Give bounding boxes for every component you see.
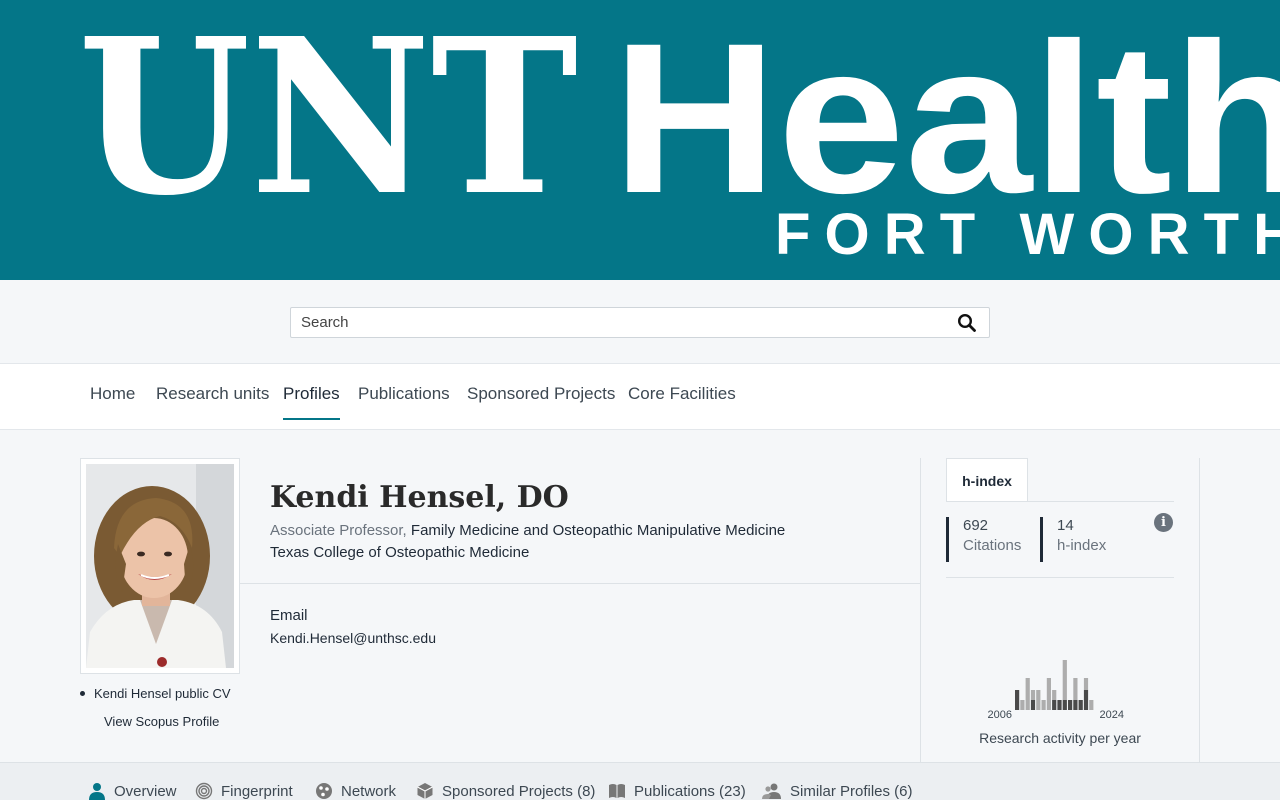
citations-value: 692 xyxy=(963,517,989,534)
person-icon xyxy=(89,783,105,800)
activity-bar-dark xyxy=(1078,700,1083,710)
tab-h-index[interactable]: h-index xyxy=(946,458,1028,502)
activity-bar xyxy=(1052,690,1057,700)
logo-text-unt: UNT xyxy=(78,0,578,243)
metric-tab-underline xyxy=(946,501,1174,502)
tab-overview[interactable]: Overview xyxy=(88,782,177,800)
tab-publications[interactable]: Publications (23) xyxy=(608,782,746,800)
profile-department[interactable]: Family Medicine and Osteopathic Manipula… xyxy=(411,522,785,539)
nav-research-units[interactable]: Research units xyxy=(156,384,269,420)
profile-role: Associate Professor, Family Medicine and… xyxy=(270,522,785,539)
activity-bar xyxy=(1083,678,1089,690)
people-icon xyxy=(762,783,781,799)
site-banner[interactable]: UNT Health FORT WORTH xyxy=(0,0,1280,280)
tab-network-label: Network xyxy=(341,782,397,800)
activity-bar-dark xyxy=(1015,690,1020,710)
activity-bar xyxy=(1030,690,1036,700)
activity-bar xyxy=(1036,690,1041,710)
network-icon xyxy=(316,783,332,799)
profile-name: Kendi Hensel, DO xyxy=(270,480,569,515)
column-divider xyxy=(920,458,921,762)
nav-sponsored-projects[interactable]: Sponsored Projects xyxy=(467,384,615,420)
activity-bar xyxy=(1046,678,1051,710)
logo-text-fortworth: FORT WORTH xyxy=(775,202,1280,267)
scopus-profile-link[interactable]: View Scopus Profile xyxy=(104,714,231,729)
hindex-value: 14 xyxy=(1057,517,1074,534)
citations-metric: 692 Citations xyxy=(946,517,1021,562)
profile-title: Associate Professor, xyxy=(270,522,407,539)
book-icon xyxy=(609,784,625,798)
activity-bar-dark xyxy=(1083,690,1089,710)
tab-sponsored-projects[interactable]: Sponsored Projects (8) xyxy=(416,782,595,800)
fingerprint-icon xyxy=(195,782,213,800)
cube-icon xyxy=(417,783,433,799)
activity-bar-dark xyxy=(1057,700,1062,710)
nav-publications[interactable]: Publications xyxy=(358,384,450,420)
profile-section: Kendi Hensel public CV View Scopus Profi… xyxy=(0,430,1280,762)
search-strip xyxy=(0,280,1280,364)
activity-bar xyxy=(1041,700,1046,710)
search-box xyxy=(290,307,990,338)
bullet xyxy=(80,691,85,696)
activity-bar xyxy=(1073,678,1078,700)
cv-link-label: Kendi Hensel public CV xyxy=(94,686,231,701)
profile-photo xyxy=(86,464,234,668)
activity-bar-dark xyxy=(1052,700,1057,710)
search-icon[interactable] xyxy=(957,313,977,333)
citations-label: Citations xyxy=(963,537,1022,554)
activity-caption: Research activity per year xyxy=(979,730,1141,746)
tab-fingerprint-label: Fingerprint xyxy=(221,782,293,800)
activity-end-year: 2024 xyxy=(1100,709,1124,721)
tab-fingerprint[interactable]: Fingerprint xyxy=(195,782,293,800)
tab-similar-profiles-label: Similar Profiles (6) xyxy=(790,782,913,800)
unt-health-logo: UNT Health FORT WORTH xyxy=(78,0,1280,267)
profile-links: Kendi Hensel public CV View Scopus Profi… xyxy=(80,686,231,729)
activity-bar-dark xyxy=(1030,700,1036,710)
activity-bar xyxy=(1089,700,1094,710)
hindex-label: h-index xyxy=(1057,537,1107,554)
tab-network[interactable]: Network xyxy=(315,782,396,800)
activity-bar xyxy=(1062,660,1067,700)
tab-overview-label: Overview xyxy=(114,782,177,800)
activity-bar xyxy=(1025,678,1030,710)
profile-tabs: Overview Fingerprint Network Sponsored P… xyxy=(0,762,1280,800)
nav-home[interactable]: Home xyxy=(90,384,135,420)
activity-start-year: 2006 xyxy=(988,709,1012,721)
search-input[interactable] xyxy=(291,308,931,337)
portrait-illustration xyxy=(86,464,234,668)
main-nav: Home Research units Profiles Publication… xyxy=(0,364,1280,430)
tab-publications-label: Publications (23) xyxy=(634,782,746,800)
info-icon[interactable]: i xyxy=(1154,513,1173,532)
profile-college[interactable]: Texas College of Osteopathic Medicine xyxy=(270,544,529,561)
nav-core-facilities[interactable]: Core Facilities xyxy=(628,384,736,420)
activity-bar-dark xyxy=(1068,700,1073,710)
tab-similar-profiles[interactable]: Similar Profiles (6) xyxy=(762,782,913,800)
activity-bars: 2006 2024 xyxy=(988,660,1124,721)
nav-profiles[interactable]: Profiles xyxy=(283,384,340,420)
hindex-metric: 14 h-index xyxy=(1040,517,1106,562)
metric-divider xyxy=(946,577,1174,578)
tab-sponsored-projects-label: Sponsored Projects (8) xyxy=(442,782,596,800)
cv-link[interactable]: Kendi Hensel public CV xyxy=(80,686,231,701)
activity-bar-dark xyxy=(1062,700,1067,710)
activity-bar-dark xyxy=(1073,700,1078,710)
activity-bar xyxy=(1020,700,1025,710)
email-link[interactable]: Kendi.Hensel@unthsc.edu xyxy=(270,630,436,646)
email-label: Email xyxy=(270,607,308,624)
column-divider-right xyxy=(1199,458,1200,762)
divider xyxy=(240,583,920,584)
profile-photo-frame xyxy=(80,458,240,674)
